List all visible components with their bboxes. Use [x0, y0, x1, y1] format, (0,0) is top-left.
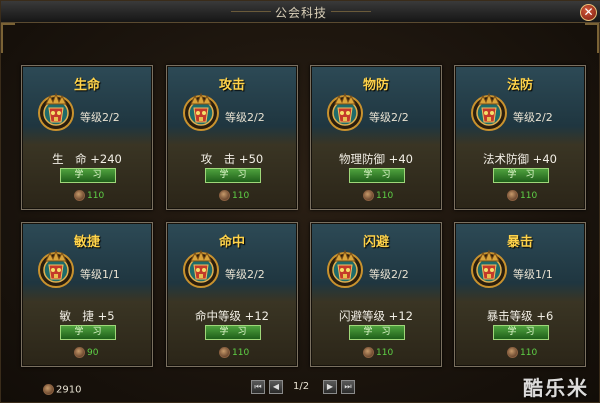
tech-bonus: 暴击等级 +6: [486, 309, 554, 323]
learn-button[interactable]: 学 习: [60, 325, 116, 340]
tech-card: 命中 等级2/2 命中等级 +12 学 习 110: [166, 222, 298, 367]
title-bar: 公会科技 ✕: [1, 1, 600, 23]
tech-emblem-icon: [471, 92, 507, 131]
close-button[interactable]: ✕: [580, 4, 597, 21]
tech-name: 物防: [362, 78, 389, 93]
cost-value: 110: [376, 191, 394, 201]
learn-button[interactable]: 学 习: [349, 168, 405, 183]
tech-name: 敏捷: [73, 235, 100, 250]
tech-card: 闪避 等级2/2 闪避等级 +12 学 习 110: [310, 222, 442, 367]
tech-card: 暴击 等级1/1 暴击等级 +6 学 习 110: [454, 222, 586, 367]
coin-icon: [363, 347, 374, 358]
frame-corner-left: [1, 23, 15, 53]
learn-button[interactable]: 学 习: [493, 168, 549, 183]
first-page-icon: ⏮: [254, 382, 262, 391]
tech-cost: 110: [363, 190, 393, 201]
tech-emblem-icon: [471, 249, 507, 288]
coin-icon: [219, 347, 230, 358]
cost-value: 90: [87, 348, 99, 358]
cost-value: 110: [520, 348, 538, 358]
first-page-button[interactable]: ⏮: [251, 380, 265, 394]
tech-level: 等级2/2: [80, 111, 120, 124]
cost-value: 110: [87, 191, 105, 201]
tech-bonus: 闪避等级 +12: [339, 309, 413, 323]
tech-name: 暴击: [506, 235, 533, 250]
tech-level: 等级2/2: [369, 111, 409, 124]
tech-card: 攻击 等级2/2 攻 击 +50 学 习 110: [166, 65, 298, 210]
last-page-button[interactable]: ⏭: [341, 380, 355, 394]
tech-level: 等级2/2: [225, 268, 265, 281]
next-page-button[interactable]: ▶: [323, 380, 337, 394]
tech-cost: 110: [507, 190, 537, 201]
tech-card: 生命 等级2/2 生 命 +240 学 习 110: [21, 65, 153, 210]
tech-name: 攻击: [218, 78, 245, 93]
coin-icon: [363, 190, 374, 201]
coin-icon: [219, 190, 230, 201]
guild-tech-window: 公会科技 ✕ 生命 等级2/2 生 命 +240 学 习 110 攻击 等级2/…: [0, 0, 600, 403]
tech-bonus: 敏 捷 +5: [59, 309, 115, 323]
tech-emblem-icon: [38, 249, 74, 288]
title-ornament-right: [331, 11, 371, 12]
tech-cost: 110: [219, 347, 249, 358]
page-indicator: 1/2: [293, 381, 310, 392]
coin-icon: [43, 384, 54, 395]
prev-page-button[interactable]: ◀: [269, 380, 283, 394]
frame-corner-right: [585, 23, 599, 53]
watermark-logo: 酷乐米: [523, 376, 589, 400]
tech-name: 法防: [506, 78, 533, 93]
tech-emblem-icon: [183, 92, 219, 131]
funds-value: 2910: [56, 384, 82, 396]
tech-level: 等级1/1: [80, 268, 120, 281]
tech-emblem-icon: [327, 92, 363, 131]
cost-value: 110: [232, 191, 250, 201]
guild-funds: 2910: [43, 384, 81, 396]
tech-name: 生命: [73, 78, 100, 93]
cost-value: 110: [376, 348, 394, 358]
coin-icon: [507, 190, 518, 201]
learn-button[interactable]: 学 习: [60, 168, 116, 183]
coin-icon: [74, 190, 85, 201]
learn-button[interactable]: 学 习: [205, 168, 261, 183]
coin-icon: [74, 347, 85, 358]
tech-card: 物防 等级2/2 物理防御 +40 学 习 110: [310, 65, 442, 210]
tech-emblem-icon: [183, 249, 219, 288]
tech-emblem-icon: [38, 92, 74, 131]
tech-bonus: 攻 击 +50: [200, 152, 264, 166]
tech-bonus: 法术防御 +40: [483, 152, 557, 166]
cost-value: 110: [232, 348, 250, 358]
tech-level: 等级2/2: [225, 111, 265, 124]
learn-button[interactable]: 学 习: [493, 325, 549, 340]
tech-bonus: 物理防御 +40: [339, 152, 413, 166]
tech-cost: 110: [363, 347, 393, 358]
coin-icon: [507, 347, 518, 358]
tech-card: 法防 等级2/2 法术防御 +40 学 习 110: [454, 65, 586, 210]
tech-cost: 110: [507, 347, 537, 358]
tech-name: 命中: [218, 235, 245, 250]
tech-emblem-icon: [327, 249, 363, 288]
next-page-icon: ▶: [326, 382, 334, 391]
tech-level: 等级1/1: [513, 268, 553, 281]
close-icon: ✕: [583, 5, 594, 19]
last-page-icon: ⏭: [344, 382, 352, 391]
learn-button[interactable]: 学 习: [349, 325, 405, 340]
tech-cost: 90: [74, 347, 98, 358]
prev-page-icon: ◀: [272, 382, 280, 391]
tech-cost: 110: [74, 190, 104, 201]
tech-cost: 110: [219, 190, 249, 201]
learn-button[interactable]: 学 习: [205, 325, 261, 340]
cost-value: 110: [520, 191, 538, 201]
tech-bonus: 生 命 +240: [52, 152, 122, 166]
tech-name: 闪避: [362, 235, 389, 250]
window-title: 公会科技: [274, 6, 327, 20]
tech-bonus: 命中等级 +12: [195, 309, 269, 323]
tech-card: 敏捷 等级1/1 敏 捷 +5 学 习 90: [21, 222, 153, 367]
tech-level: 等级2/2: [369, 268, 409, 281]
tech-level: 等级2/2: [513, 111, 553, 124]
